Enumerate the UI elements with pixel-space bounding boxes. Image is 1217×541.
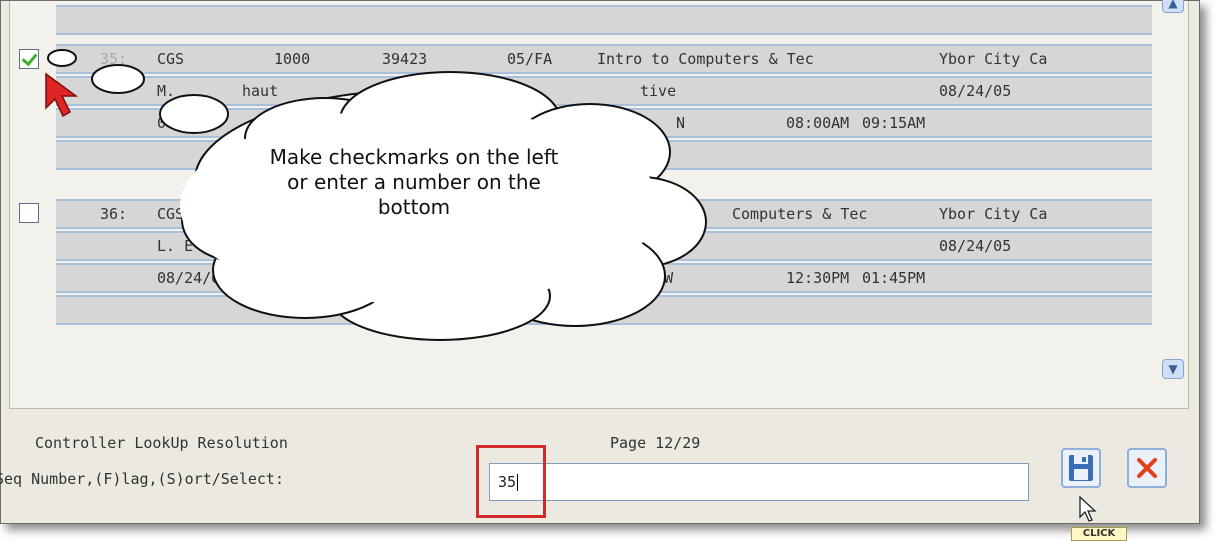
callout-cloud [47,49,707,341]
callout-text: Make checkmarks on the left or enter a n… [269,145,559,219]
